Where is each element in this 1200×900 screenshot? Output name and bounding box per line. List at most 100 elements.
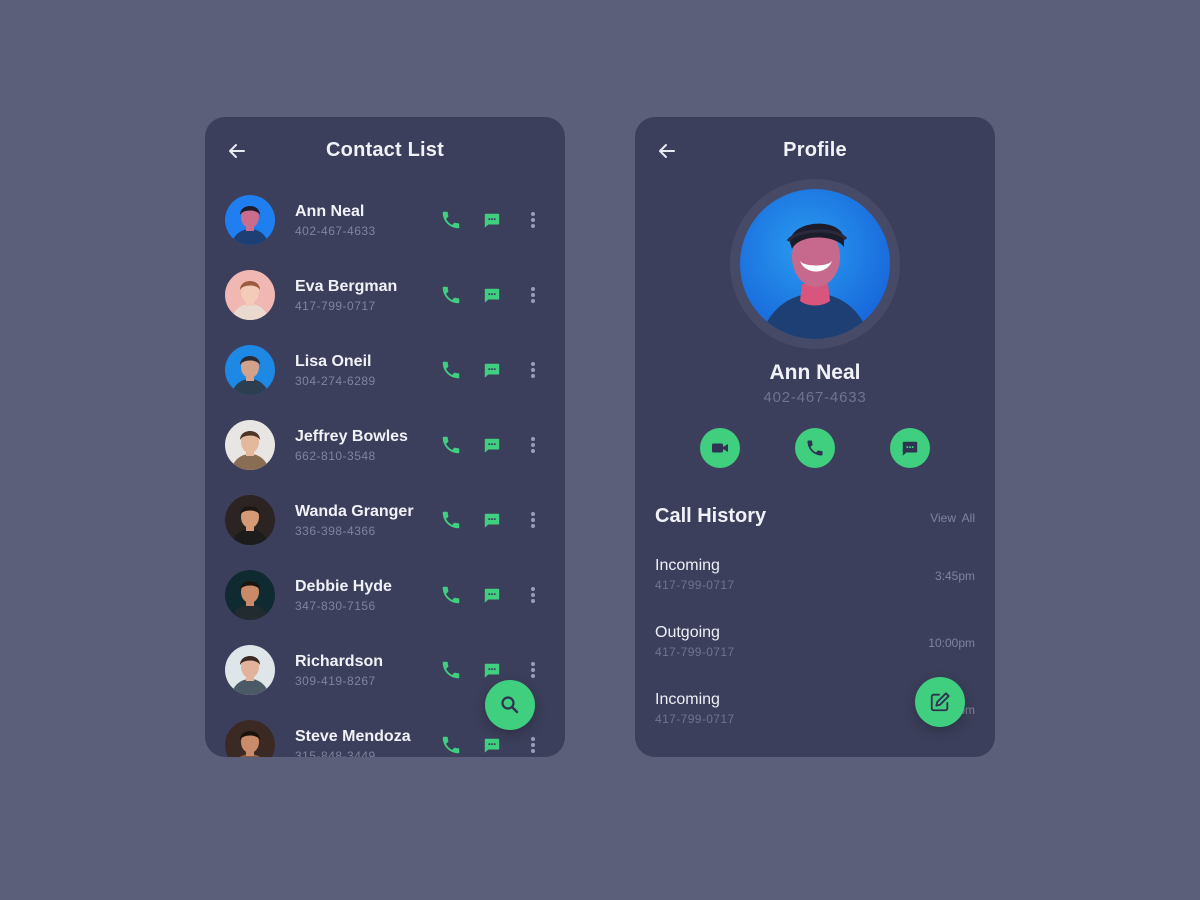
- contact-phone: 309-419-8267: [295, 674, 376, 688]
- contact-name: Lisa Oneil: [295, 353, 372, 370]
- more-vertical-icon: [531, 737, 535, 753]
- call-button[interactable]: [439, 358, 463, 382]
- contact-name: Eva Bergman: [295, 278, 398, 295]
- contact-name: Debbie Hyde: [295, 578, 392, 595]
- call-button[interactable]: [439, 733, 463, 757]
- contact-phone: 417-799-0717: [295, 299, 376, 313]
- more-options-button[interactable]: [521, 358, 545, 382]
- page-title: Profile: [783, 139, 847, 161]
- contact-row[interactable]: Debbie Hyde 347-830-7156: [205, 570, 565, 645]
- more-options-button[interactable]: [521, 508, 545, 532]
- avatar: [225, 495, 275, 545]
- call-button[interactable]: [439, 208, 463, 232]
- call-button[interactable]: [439, 283, 463, 307]
- call-phone: 417-799-0717: [655, 712, 735, 726]
- message-button[interactable]: [480, 358, 504, 382]
- contact-name: Richardson: [295, 653, 384, 670]
- call-time: 3:45pm: [934, 569, 975, 583]
- chat-bubble-icon: [484, 288, 500, 303]
- message-button[interactable]: [480, 208, 504, 232]
- contact-phone: 304-274-6289: [295, 374, 376, 388]
- video-call-button[interactable]: [700, 428, 740, 468]
- contact-row[interactable]: Ann Neal 402-467-4633: [205, 195, 565, 270]
- avatar: [225, 420, 275, 470]
- contact-name: Steve Mendoza: [295, 728, 411, 745]
- call-history-title: Call History: [655, 505, 767, 527]
- contact-list: Ann Neal 402-467-4633 Eva Bergman 417-79…: [205, 195, 565, 757]
- call-time: 10:00pm: [928, 636, 975, 650]
- message-button[interactable]: [480, 583, 504, 607]
- more-vertical-icon: [531, 287, 535, 303]
- phone-icon: [442, 361, 460, 379]
- call-button[interactable]: [439, 658, 463, 682]
- chat-bubble-icon: [484, 363, 500, 378]
- call-button[interactable]: [439, 433, 463, 457]
- profile-screen: Profile Ann Neal 402-467-4633 Call Histo…: [635, 117, 995, 757]
- contact-phone: 336-398-4366: [295, 524, 376, 538]
- contact-name: Wanda Granger: [295, 503, 414, 520]
- phone-icon: [442, 286, 460, 304]
- contact-name: Jeffrey Bowles: [295, 428, 408, 445]
- call-button[interactable]: [439, 583, 463, 607]
- chat-bubble-icon: [484, 213, 500, 228]
- profile-header: Profile: [635, 117, 995, 185]
- call-button[interactable]: [795, 428, 835, 468]
- contact-row[interactable]: Wanda Granger 336-398-4366: [205, 495, 565, 570]
- woman-dark-hair-avatar: [225, 720, 275, 757]
- search-icon: [501, 696, 519, 714]
- chat-bubble-icon: [484, 588, 500, 603]
- more-options-button[interactable]: [521, 208, 545, 232]
- message-button[interactable]: [890, 428, 930, 468]
- chat-bubble-icon: [484, 438, 500, 453]
- more-options-button[interactable]: [521, 583, 545, 607]
- call-type: Incoming: [655, 557, 720, 574]
- contact-phone: 315-848-3449: [295, 749, 376, 757]
- contact-row[interactable]: Jeffrey Bowles 662-810-3548: [205, 420, 565, 495]
- call-history-row[interactable]: Incoming 417-799-0717 3:45pm: [635, 557, 995, 624]
- message-button[interactable]: [480, 733, 504, 757]
- call-button[interactable]: [439, 508, 463, 532]
- message-button[interactable]: [480, 283, 504, 307]
- message-button[interactable]: [480, 508, 504, 532]
- contact-row[interactable]: Eva Bergman 417-799-0717: [205, 270, 565, 345]
- contact-name: Ann Neal: [295, 203, 365, 220]
- more-options-button[interactable]: [521, 433, 545, 457]
- more-options-button[interactable]: [521, 658, 545, 682]
- more-options-button[interactable]: [521, 733, 545, 757]
- chat-bubble-icon: [484, 663, 500, 678]
- profile-photo: [740, 189, 890, 339]
- avatar: [225, 570, 275, 620]
- man-light-avatar: [225, 645, 275, 695]
- contact-list-screen: Contact List Ann Neal 402-467-4633 Eva B…: [205, 117, 565, 757]
- more-options-button[interactable]: [521, 283, 545, 307]
- contact-list-header: Contact List: [205, 117, 565, 185]
- avatar: [225, 270, 275, 320]
- call-type: Incoming: [655, 691, 720, 708]
- profile-phone: 402-467-4633: [763, 389, 867, 406]
- phone-icon: [442, 661, 460, 679]
- man-cap-neon-avatar: [225, 195, 275, 245]
- avatar: [225, 195, 275, 245]
- more-vertical-icon: [531, 212, 535, 228]
- contact-row[interactable]: Lisa Oneil 304-274-6289: [205, 345, 565, 420]
- avatar: [225, 345, 275, 395]
- message-button[interactable]: [480, 658, 504, 682]
- edit-icon: [930, 692, 950, 712]
- contact-phone: 402-467-4633: [295, 224, 376, 238]
- call-type: Outgoing: [655, 624, 720, 641]
- man-curly-avatar: [225, 495, 275, 545]
- avatar: [225, 645, 275, 695]
- phone-icon: [442, 211, 460, 229]
- message-button[interactable]: [480, 433, 504, 457]
- avatar: [225, 720, 275, 757]
- search-button[interactable]: [485, 680, 535, 730]
- woman-hat-avatar: [225, 420, 275, 470]
- view-all-link[interactable]: View All: [930, 511, 975, 525]
- edit-button[interactable]: [915, 677, 965, 727]
- phone-icon: [442, 436, 460, 454]
- more-vertical-icon: [531, 362, 535, 378]
- call-history-list: Incoming 417-799-0717 3:45pm Outgoing 41…: [635, 557, 995, 757]
- man-dark-avatar: [225, 570, 275, 620]
- more-vertical-icon: [531, 662, 535, 678]
- man-cap-blue-avatar: [225, 345, 275, 395]
